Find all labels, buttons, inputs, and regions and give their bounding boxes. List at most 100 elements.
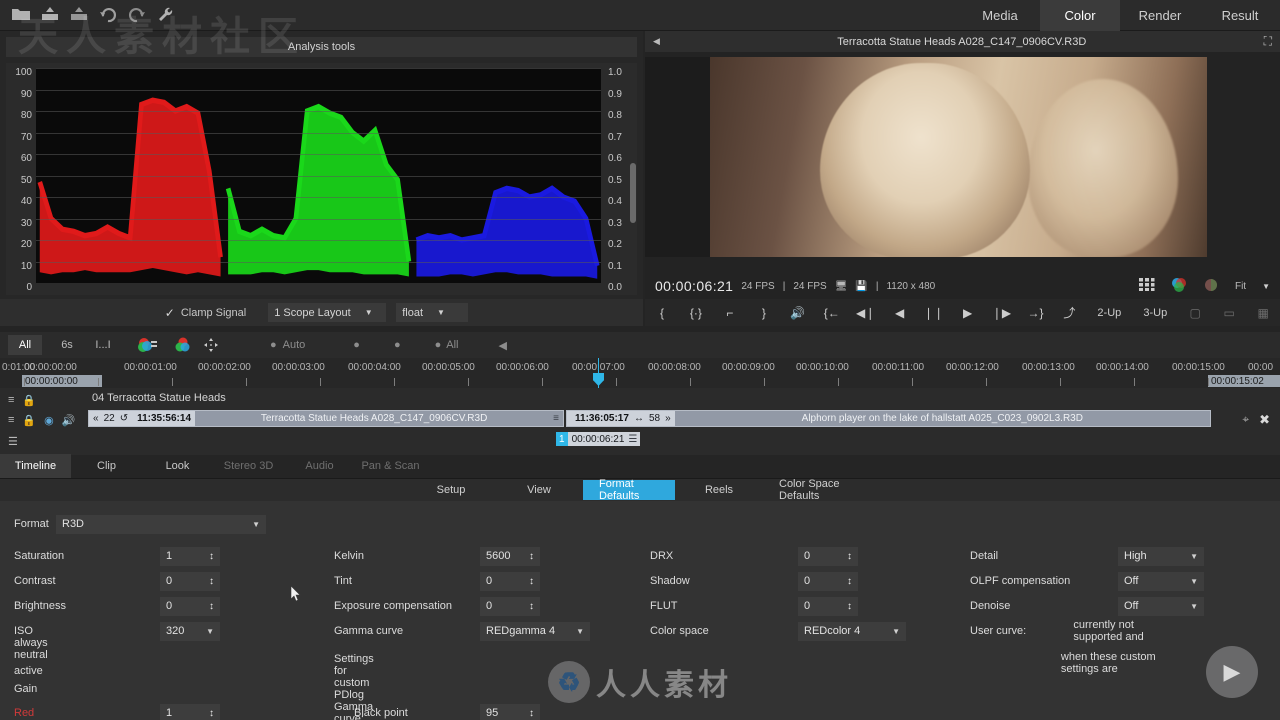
timeline-ruler[interactable]: 00:00:00:00 00:00:15:02 0:01:00 00:00:00:… xyxy=(0,358,1280,388)
split-view-icon[interactable]: ▦ xyxy=(1246,299,1280,326)
subtab-color-space-defaults[interactable]: Color Space Defaults xyxy=(763,478,873,502)
rgb-parade-waveform[interactable] xyxy=(36,68,601,283)
audio-mute-button[interactable]: 🔊 xyxy=(781,299,815,326)
nav-tab-render[interactable]: Render xyxy=(1120,0,1200,31)
color-wheel-icon[interactable] xyxy=(128,335,168,355)
mark-loop-button[interactable]: ⌐ xyxy=(713,299,747,326)
tab-pan-scan[interactable]: Pan & Scan xyxy=(355,454,426,478)
keyframe-icon-1[interactable]: ● xyxy=(343,335,370,355)
save-icon[interactable]: 💾 xyxy=(855,281,867,292)
scope-float-select[interactable]: float ▼ xyxy=(396,303,469,322)
import-icon[interactable] xyxy=(39,5,61,25)
black-point-field[interactable]: 95 ↕ xyxy=(480,703,540,720)
filter-6s-button[interactable]: 6s xyxy=(50,335,84,355)
subtab-view[interactable]: View xyxy=(495,480,583,500)
tab-clip[interactable]: Clip xyxy=(71,454,142,478)
detail-select[interactable]: High ▼ xyxy=(1118,546,1204,566)
scope-layout-select[interactable]: 1 Scope Layout ▼ xyxy=(268,303,387,322)
tab-look[interactable]: Look xyxy=(142,454,213,478)
mark-in-button[interactable]: { xyxy=(645,299,679,326)
wrench-icon[interactable] xyxy=(155,5,177,25)
resize-icon[interactable]: ↔ xyxy=(634,413,644,424)
scope-body[interactable]: 100 90 80 70 60 50 40 30 20 10 0 1.0 0.9 0.8 0.7 0.6 0.… xyxy=(6,63,637,295)
lock-icon[interactable]: 🔒 xyxy=(22,394,36,407)
play-reverse-button[interactable]: ◀ xyxy=(883,299,917,326)
viewer-image[interactable] xyxy=(710,57,1207,257)
flut-field[interactable]: 0 ↕ xyxy=(798,596,858,616)
gain-red-field[interactable]: 1 ↕ xyxy=(160,703,220,720)
stepper-icon[interactable]: ↕ xyxy=(847,601,852,612)
timeline-clip-2[interactable]: 11:36:05:17 ↔ 58 » Alphorn player on the… xyxy=(566,410,1211,427)
export-icon[interactable] xyxy=(68,5,90,25)
track-all-button[interactable]: ● All xyxy=(425,335,469,355)
color-match-icon[interactable] xyxy=(1203,277,1219,296)
eye-icon[interactable]: ◉ xyxy=(44,414,54,427)
timeline-clip-1[interactable]: « 22 ↺ 11:35:56:14 Terracotta Statue Hea… xyxy=(88,410,564,427)
tab-audio[interactable]: Audio xyxy=(284,454,355,478)
shadow-field[interactable]: 0 ↕ xyxy=(798,571,858,591)
undo-icon[interactable] xyxy=(97,5,119,25)
tint-field[interactable]: 0 ↕ xyxy=(480,571,540,591)
subtab-setup[interactable]: Setup xyxy=(407,480,495,500)
grid-overlay-icon[interactable] xyxy=(1138,278,1155,294)
two-up-button[interactable]: 2-Up xyxy=(1086,299,1132,326)
lock-icon[interactable]: 🔒 xyxy=(22,414,36,427)
track-enable-icon[interactable]: ≡ xyxy=(8,394,14,406)
pause-button[interactable]: ❘❘ xyxy=(917,299,951,326)
three-up-button[interactable]: 3-Up xyxy=(1132,299,1178,326)
chevron-down-icon[interactable]: ▼ xyxy=(1262,282,1270,291)
clip-1-info-icon[interactable]: ≡ xyxy=(553,413,563,424)
next-clip-icon[interactable]: » xyxy=(665,413,671,424)
prev-clip-icon[interactable]: « xyxy=(93,413,99,424)
step-forward-button[interactable]: ❘▶ xyxy=(985,299,1019,326)
mark-clip-button[interactable]: {·} xyxy=(679,299,713,326)
nav-tab-result[interactable]: Result xyxy=(1200,0,1280,31)
export-still-button[interactable]: ⤴ xyxy=(1052,299,1086,326)
nav-tab-media[interactable]: Media xyxy=(960,0,1040,31)
color-wheel-icon[interactable] xyxy=(1171,277,1187,296)
close-icon[interactable]: ✖ xyxy=(1259,412,1270,428)
move-icon[interactable] xyxy=(198,335,224,355)
filter-all-button[interactable]: All xyxy=(8,335,42,355)
contrast-field[interactable]: 0 ↕ xyxy=(160,571,220,591)
tab-timeline[interactable]: Timeline xyxy=(0,454,71,478)
scope-scrollbar[interactable] xyxy=(630,163,636,223)
stepper-icon[interactable]: ↕ xyxy=(529,601,534,612)
tab-stereo-3d[interactable]: Stereo 3D xyxy=(213,454,284,478)
monitor-icon[interactable]: 🖥 xyxy=(835,281,848,292)
saturation-field[interactable]: 1 ↕ xyxy=(160,546,220,566)
denoise-select[interactable]: Off ▼ xyxy=(1118,596,1204,616)
keyframe-icon-2[interactable]: ● xyxy=(384,335,411,355)
list-icon[interactable]: ☰ xyxy=(8,435,18,448)
drx-field[interactable]: 0 ↕ xyxy=(798,546,858,566)
stepper-icon[interactable]: ↕ xyxy=(529,708,534,719)
format-select[interactable]: R3D ▼ xyxy=(56,514,266,534)
redo-icon[interactable] xyxy=(126,5,148,25)
stepper-icon[interactable]: ↕ xyxy=(209,576,214,587)
go-to-in-button[interactable]: {← xyxy=(815,299,849,326)
gamma-curve-select[interactable]: REDgamma 4 ▼ xyxy=(480,621,590,641)
stepper-icon[interactable]: ↕ xyxy=(529,576,534,587)
auto-button[interactable]: ● Auto xyxy=(260,335,315,355)
color-space-select[interactable]: REDcolor 4 ▼ xyxy=(798,621,906,641)
speaker-icon[interactable]: 🔊 xyxy=(62,414,76,427)
subtab-format-defaults[interactable]: Format Defaults xyxy=(583,478,675,502)
stepper-icon[interactable]: ↕ xyxy=(209,601,214,612)
step-back-button[interactable]: ◀❘ xyxy=(849,299,883,326)
stepper-icon[interactable]: ↕ xyxy=(847,551,852,562)
collapse-left-icon[interactable]: ◀ xyxy=(489,335,517,355)
snapshot-icon[interactable]: ▢ xyxy=(1178,299,1212,326)
badge-menu-icon[interactable]: ☰ xyxy=(628,434,640,445)
open-folder-icon[interactable] xyxy=(10,5,32,25)
stepper-icon[interactable]: ↕ xyxy=(209,551,214,562)
stepper-icon[interactable]: ↕ xyxy=(209,708,214,719)
back-arrow-icon[interactable]: ◀ xyxy=(653,36,660,47)
exposure-compensation-field[interactable]: 0 ↕ xyxy=(480,596,540,616)
brightness-field[interactable]: 0 ↕ xyxy=(160,596,220,616)
timeline-in-point[interactable]: 00:00:00:00 xyxy=(22,375,102,387)
viewer-zoom-value[interactable]: Fit xyxy=(1235,281,1246,292)
subtab-reels[interactable]: Reels xyxy=(675,480,763,500)
timeline-out-point[interactable]: 00:00:15:02 xyxy=(1208,375,1280,387)
play-button[interactable]: ▶ xyxy=(951,299,985,326)
stepper-icon[interactable]: ↕ xyxy=(847,576,852,587)
